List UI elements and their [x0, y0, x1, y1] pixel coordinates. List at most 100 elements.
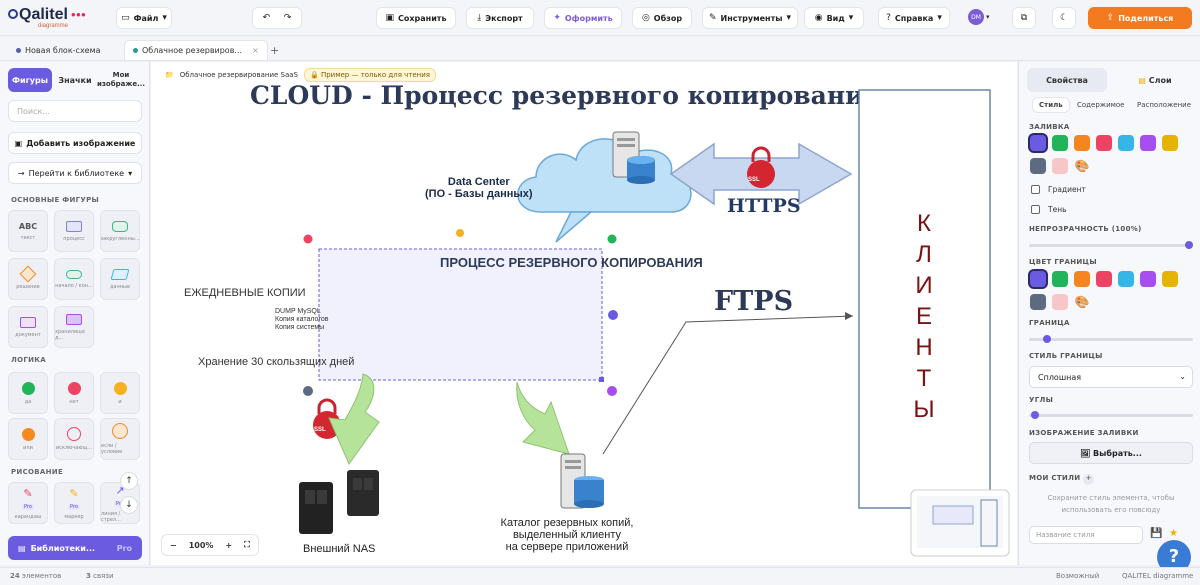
shape-decision[interactable]: решение: [8, 258, 48, 300]
tab-new-flowchart[interactable]: Новая блок-схема: [8, 40, 109, 60]
diagram-canvas[interactable]: 📁 Облачное резервирование SaaS 🔒 Пример …: [151, 62, 1017, 565]
border-swatch-slate[interactable]: [1030, 294, 1046, 310]
fill-swatch-slate[interactable]: [1030, 158, 1046, 174]
border-width-slider[interactable]: [1029, 335, 1193, 343]
app-server-icon[interactable]: [560, 453, 604, 509]
border-swatch-blue[interactable]: [1118, 271, 1134, 287]
shape-or[interactable]: или: [8, 418, 48, 460]
border-style-select[interactable]: Сплошная ⌄: [1029, 366, 1193, 388]
border-swatch-green[interactable]: [1052, 271, 1068, 287]
zoom-out-icon[interactable]: −: [170, 541, 177, 550]
corners-slider[interactable]: [1029, 411, 1193, 419]
export-button[interactable]: ⤓ Экспорт: [466, 7, 534, 29]
fill-swatch-blue[interactable]: [1118, 135, 1134, 151]
palette-icon[interactable]: 🎨: [1074, 158, 1090, 174]
slider-thumb[interactable]: [1043, 335, 1051, 343]
user-avatar[interactable]: DM: [968, 9, 984, 25]
save-style-icon[interactable]: 💾: [1150, 528, 1162, 539]
shape-and[interactable]: и: [100, 372, 140, 414]
datacenter-server-icon[interactable]: [612, 131, 655, 184]
present-button[interactable]: ⧉: [1012, 7, 1036, 29]
fit-screen-icon[interactable]: ⛶: [244, 540, 250, 550]
clients-label[interactable]: КЛИЕНТЫ: [909, 208, 939, 425]
save-button[interactable]: ▣ Сохранить: [376, 7, 456, 29]
border-swatch-yellow[interactable]: [1162, 271, 1178, 287]
border-swatch-red[interactable]: [1096, 271, 1112, 287]
border-swatch-violet[interactable]: [1140, 271, 1156, 287]
resize-handle[interactable]: [599, 377, 604, 382]
ftps-connector[interactable]: [602, 315, 854, 455]
duplicate-handle-icon[interactable]: [607, 234, 617, 244]
fill-swatch-green[interactable]: [1052, 135, 1068, 151]
shape-process[interactable]: процесс: [54, 210, 94, 252]
shape-no[interactable]: нет: [54, 372, 94, 414]
help-menu-button[interactable]: ? Справка ▾: [878, 7, 950, 29]
opacity-slider[interactable]: [1029, 241, 1193, 249]
https-label[interactable]: HTTPS: [727, 195, 801, 217]
add-style-icon[interactable]: +: [1083, 474, 1095, 485]
libraries-button[interactable]: ▤ Библиотеки... Pro: [8, 536, 142, 560]
tab-icons[interactable]: Значки: [56, 68, 94, 92]
cloud-shape[interactable]: [517, 138, 692, 243]
dump-list[interactable]: DUMP MySQL Копия каталогов Копия системы: [275, 308, 328, 332]
slider-thumb[interactable]: [1185, 241, 1193, 249]
shape-document[interactable]: документ: [8, 306, 48, 348]
subtab-style[interactable]: Стиль: [1033, 98, 1069, 112]
fill-swatch-yellow[interactable]: [1162, 135, 1178, 151]
border-swatch-pink[interactable]: [1052, 294, 1068, 310]
style-handle-icon[interactable]: [607, 386, 617, 396]
datacenter-label[interactable]: Data Center (ПО - Базы данных): [425, 176, 533, 200]
undo-icon[interactable]: ↶: [263, 13, 271, 23]
add-image-button[interactable]: ▣ Добавить изображение: [8, 132, 142, 154]
shape-storage[interactable]: хранилище д...: [54, 306, 94, 348]
tab-layers[interactable]: ▤ Слои: [1115, 68, 1195, 92]
link-handle-icon[interactable]: [303, 386, 313, 396]
goto-library-button[interactable]: → Перейти к библиотеке ▾: [8, 162, 142, 184]
shape-data[interactable]: данные: [100, 258, 140, 300]
view-menu-button[interactable]: ◉ Вид ▾: [804, 7, 864, 29]
close-icon[interactable]: ×: [252, 46, 259, 55]
theme-toggle-button[interactable]: ☾: [1052, 7, 1076, 29]
border-swatch-orange[interactable]: [1074, 271, 1090, 287]
overview-button[interactable]: ◎ Обзор: [632, 7, 692, 29]
tools-menu-button[interactable]: ✎ Инструменты ▾: [702, 7, 798, 29]
nas-label[interactable]: Внешний NAS: [303, 543, 375, 555]
tab-shapes[interactable]: Фигуры: [8, 68, 52, 92]
redo-icon[interactable]: ↷: [284, 13, 292, 23]
shape-search-input[interactable]: Поиск...: [8, 100, 142, 122]
green-arrow-right[interactable]: [516, 381, 570, 455]
choose-image-button[interactable]: 🖼 Выбрать...: [1029, 442, 1193, 464]
palette-icon[interactable]: 🎨: [1074, 294, 1090, 310]
scroll-down-icon[interactable]: ↓: [120, 496, 138, 514]
add-tab-icon[interactable]: +: [270, 44, 279, 57]
tool-pencil[interactable]: ✎ Pro карандаш: [8, 482, 48, 524]
fill-swatch-red[interactable]: [1096, 135, 1112, 151]
zoom-level[interactable]: 100%: [189, 541, 214, 550]
minimap[interactable]: [910, 489, 1010, 557]
catalog-label[interactable]: Каталог резервных копий, выделенный клиен…: [499, 517, 635, 553]
fill-swatch-violet[interactable]: [1140, 135, 1156, 151]
zoom-in-icon[interactable]: +: [225, 541, 232, 550]
shape-xor[interactable]: исключающ...: [54, 418, 94, 460]
connector-handle-icon[interactable]: [608, 310, 618, 320]
shape-text[interactable]: ABC текст: [8, 210, 48, 252]
ftps-label[interactable]: FTPS: [714, 286, 793, 317]
file-menu-button[interactable]: ▭ Файл ▾: [116, 7, 172, 29]
process-title[interactable]: ПРОЦЕСС РЕЗЕРВНОГО КОПИРОВАНИЯ: [440, 255, 703, 270]
slider-thumb[interactable]: [1031, 411, 1039, 419]
border-swatch-purple[interactable]: [1030, 271, 1046, 287]
shape-terminator[interactable]: начало / кон...: [54, 258, 94, 300]
green-arrow-left[interactable]: [328, 373, 380, 466]
fill-swatch-purple[interactable]: [1030, 135, 1046, 151]
tab-cloud-backup[interactable]: Облачное резервиров... ×: [124, 40, 268, 60]
nas-device-icon[interactable]: [299, 470, 379, 534]
rotate-handle-icon[interactable]: [456, 229, 464, 237]
format-button[interactable]: ✦ Оформить: [544, 7, 622, 29]
tool-marker[interactable]: ✎ Pro маркер: [54, 482, 94, 524]
fill-swatch-pink[interactable]: [1052, 158, 1068, 174]
app-logo[interactable]: Qalitel ● ● ● diagramme: [8, 6, 86, 29]
star-icon[interactable]: ★: [1169, 528, 1178, 539]
daily-copies-label[interactable]: ЕЖЕДНЕВНЫЕ КОПИИ: [184, 287, 306, 299]
retention-label[interactable]: Хранение 30 скользящих дней: [198, 356, 354, 368]
scroll-up-icon[interactable]: ↑: [120, 472, 138, 490]
